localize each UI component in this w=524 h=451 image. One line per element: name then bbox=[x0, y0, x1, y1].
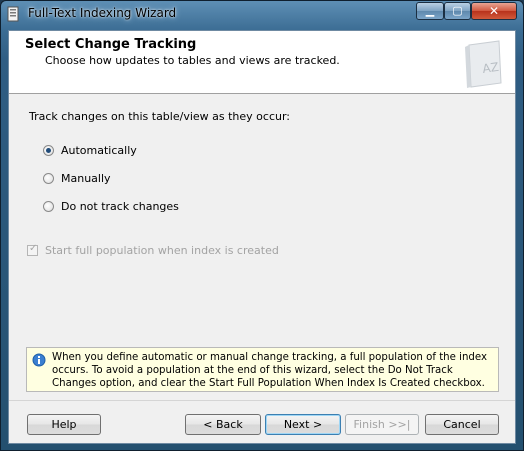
radio-label[interactable]: Do not track changes bbox=[61, 200, 179, 213]
finish-button: Finish >>| bbox=[345, 414, 419, 435]
radio-automatically[interactable]: Automatically bbox=[43, 142, 137, 158]
radio-label[interactable]: Manually bbox=[61, 172, 111, 185]
window-title: Full-Text Indexing Wizard bbox=[28, 6, 177, 20]
radio-label[interactable]: Automatically bbox=[61, 144, 137, 157]
tracking-prompt: Track changes on this table/view as they… bbox=[29, 110, 291, 123]
info-icon bbox=[32, 353, 46, 367]
close-button[interactable]: ✕ bbox=[471, 2, 517, 20]
minimize-button[interactable]: ▁ bbox=[416, 2, 444, 20]
radio-button[interactable] bbox=[43, 144, 54, 156]
wizard-content: Track changes on this table/view as they… bbox=[9, 94, 515, 399]
book-az-icon: AZ bbox=[465, 40, 502, 88]
info-panel: When you define automatic or manual chan… bbox=[26, 347, 499, 392]
next-button[interactable]: Next > bbox=[265, 414, 341, 435]
start-population-checkbox: ✓ bbox=[27, 242, 38, 256]
page-title: Select Change Tracking bbox=[25, 37, 197, 52]
info-text: When you define automatic or manual chan… bbox=[52, 352, 488, 389]
radio-button[interactable] bbox=[43, 200, 54, 212]
wizard-header: Select Change Tracking Choose how update… bbox=[9, 31, 515, 94]
maximize-button[interactable]: ▢ bbox=[444, 2, 471, 20]
page-subtitle: Choose how updates to tables and views a… bbox=[45, 54, 340, 67]
wizard-client-area: Select Change Tracking Choose how update… bbox=[8, 30, 516, 444]
title-bar[interactable]: Full-Text Indexing Wizard ▁ ▢ ✕ bbox=[1, 1, 523, 28]
radio-button[interactable] bbox=[43, 172, 54, 184]
svg-text:AZ: AZ bbox=[481, 60, 499, 76]
app-icon bbox=[7, 6, 19, 22]
start-population-label: Start full population when index is crea… bbox=[45, 243, 279, 257]
wizard-footer: Help < Back Next > Finish >>| Cancel bbox=[9, 400, 515, 444]
radio-manually[interactable]: Manually bbox=[43, 170, 111, 186]
start-population-checkbox-row: ✓ Start full population when index is cr… bbox=[27, 242, 279, 258]
back-button[interactable]: < Back bbox=[185, 414, 261, 435]
radio-do-not-track[interactable]: Do not track changes bbox=[43, 198, 179, 214]
cancel-button[interactable]: Cancel bbox=[425, 414, 499, 435]
wizard-window: Full-Text Indexing Wizard ▁ ▢ ✕ Select C… bbox=[0, 0, 524, 451]
checkmark-icon: ✓ bbox=[29, 242, 38, 254]
help-button[interactable]: Help bbox=[27, 414, 101, 435]
